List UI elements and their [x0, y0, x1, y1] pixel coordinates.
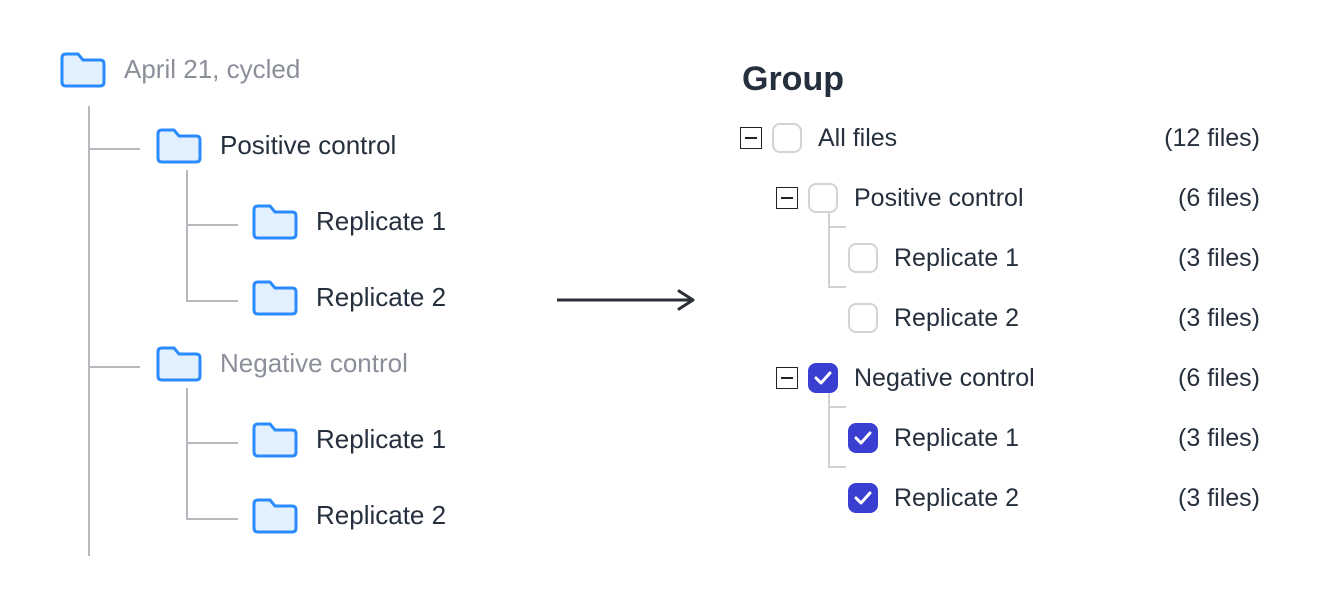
- folder-positive-r1[interactable]: Replicate 1: [252, 202, 446, 240]
- tree-line: [186, 224, 238, 226]
- row-label: All files: [818, 124, 1156, 153]
- folder-root[interactable]: April 21, cycled: [60, 50, 300, 88]
- folder-negative-control[interactable]: Negative control: [156, 344, 408, 382]
- checkbox-checked[interactable]: [848, 483, 878, 513]
- spacer: [816, 247, 838, 269]
- tree-line: [186, 170, 188, 302]
- folder-label: Replicate 1: [316, 206, 446, 237]
- tree-line: [186, 518, 238, 520]
- file-count: (3 files): [1170, 484, 1260, 513]
- row-label: Negative control: [854, 364, 1170, 393]
- file-count: (6 files): [1170, 184, 1260, 213]
- group-panel: Group All files (12 files) Positive cont…: [740, 60, 1260, 117]
- group-row-negative-r1[interactable]: Replicate 1 (3 files): [740, 408, 1260, 468]
- spacer: [816, 487, 838, 509]
- row-label: Replicate 2: [894, 484, 1170, 513]
- spacer: [816, 307, 838, 329]
- tree-line: [88, 106, 90, 556]
- folder-label: Replicate 2: [316, 500, 446, 531]
- group-row-negative-r2[interactable]: Replicate 2 (3 files): [740, 468, 1260, 528]
- checkbox[interactable]: [848, 303, 878, 333]
- file-count: (3 files): [1170, 304, 1260, 333]
- checkbox[interactable]: [772, 123, 802, 153]
- folder-icon: [252, 496, 298, 534]
- folder-icon: [252, 202, 298, 240]
- file-count: (3 files): [1170, 244, 1260, 273]
- file-count: (3 files): [1170, 424, 1260, 453]
- checkbox[interactable]: [848, 243, 878, 273]
- folder-label: April 21, cycled: [124, 54, 300, 85]
- folder-label: Positive control: [220, 130, 396, 161]
- folder-icon: [156, 344, 202, 382]
- folder-negative-r1[interactable]: Replicate 1: [252, 420, 446, 458]
- tree-line: [186, 388, 188, 520]
- group-row-all[interactable]: All files (12 files): [740, 108, 1260, 168]
- file-count: (12 files): [1156, 124, 1260, 153]
- folder-label: Replicate 1: [316, 424, 446, 455]
- spacer: [816, 427, 838, 449]
- group-row-positive-r2[interactable]: Replicate 2 (3 files): [740, 288, 1260, 348]
- group-row-positive[interactable]: Positive control (6 files): [740, 168, 1260, 228]
- group-row-positive-r1[interactable]: Replicate 1 (3 files): [740, 228, 1260, 288]
- folder-positive-r2[interactable]: Replicate 2: [252, 278, 446, 316]
- file-count: (6 files): [1170, 364, 1260, 393]
- folder-icon: [252, 278, 298, 316]
- tree-line: [186, 300, 238, 302]
- row-label: Replicate 1: [894, 424, 1170, 453]
- collapse-toggle[interactable]: [776, 187, 798, 209]
- folder-negative-r2[interactable]: Replicate 2: [252, 496, 446, 534]
- row-label: Replicate 1: [894, 244, 1170, 273]
- checkbox-checked[interactable]: [848, 423, 878, 453]
- group-title: Group: [742, 60, 1260, 99]
- checkbox-checked[interactable]: [808, 363, 838, 393]
- arrow-icon: [555, 285, 705, 320]
- tree-line: [88, 148, 140, 150]
- tree-line: [88, 366, 140, 368]
- folder-icon: [60, 50, 106, 88]
- group-row-negative[interactable]: Negative control (6 files): [740, 348, 1260, 408]
- collapse-toggle[interactable]: [776, 367, 798, 389]
- folder-positive-control[interactable]: Positive control: [156, 126, 396, 164]
- row-label: Positive control: [854, 184, 1170, 213]
- folder-label: Replicate 2: [316, 282, 446, 313]
- folder-label: Negative control: [220, 348, 408, 379]
- folder-icon: [252, 420, 298, 458]
- collapse-toggle[interactable]: [740, 127, 762, 149]
- folder-icon: [156, 126, 202, 164]
- tree-line: [186, 442, 238, 444]
- row-label: Replicate 2: [894, 304, 1170, 333]
- checkbox[interactable]: [808, 183, 838, 213]
